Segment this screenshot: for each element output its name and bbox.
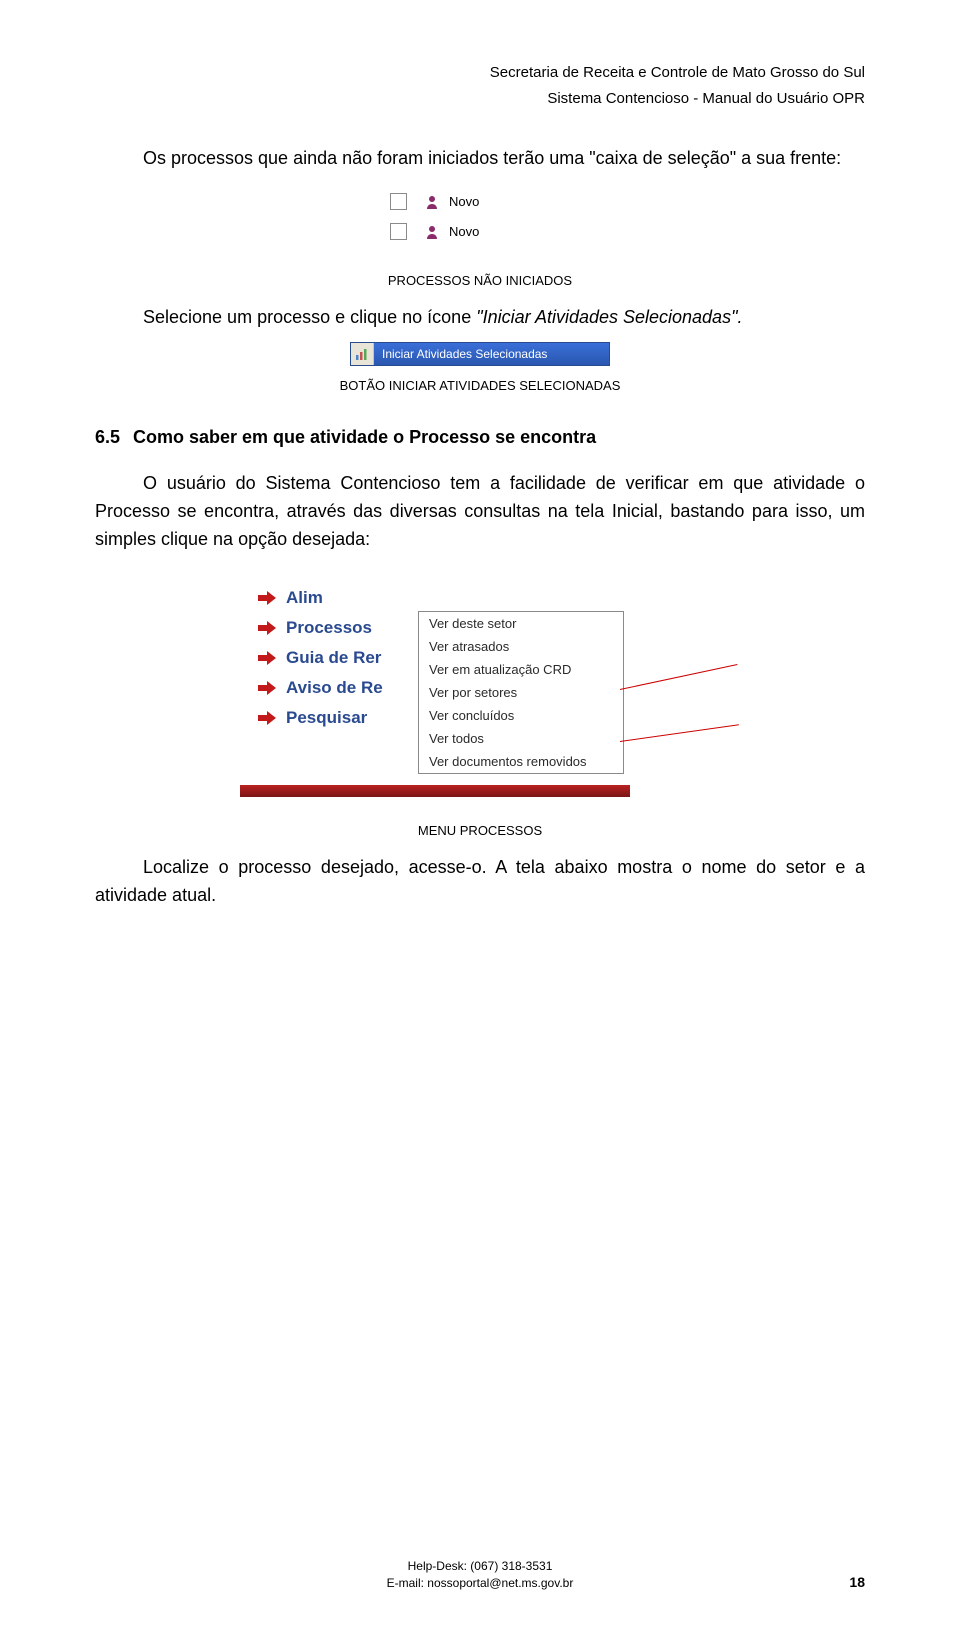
submenu-item-ver-atrasados[interactable]: Ver atrasados bbox=[419, 635, 623, 658]
arrow-right-icon bbox=[258, 591, 276, 605]
arrow-right-icon bbox=[258, 651, 276, 665]
chart-icon bbox=[351, 343, 374, 365]
checkbox-icon[interactable] bbox=[390, 223, 407, 240]
arrow-right-icon bbox=[258, 711, 276, 725]
caption-menu-processos: MENU PROCESSOS bbox=[95, 823, 865, 838]
person-icon bbox=[425, 195, 439, 209]
novo-label: Novo bbox=[449, 194, 479, 209]
iniciar-atividades-button[interactable]: Iniciar Atividades Selecionadas bbox=[350, 342, 610, 366]
checkbox-row: Novo bbox=[390, 217, 570, 247]
caption-botao-iniciar: BOTÃO INICIAR ATIVIDADES SELECIONADAS bbox=[95, 378, 865, 393]
sidebar-item-label: Pesquisar bbox=[286, 708, 367, 728]
sidebar-item-label: Guia de Rer bbox=[286, 648, 381, 668]
sidebar-item-alim[interactable]: Alim bbox=[258, 583, 458, 613]
menu-figure: Alim Processos Guia de Rer Aviso de Re bbox=[240, 583, 720, 813]
submenu-item-ver-documentos-removidos[interactable]: Ver documentos removidos bbox=[419, 750, 623, 773]
footer-helpdesk: Help-Desk: (067) 318-3531 bbox=[0, 1558, 960, 1575]
red-bar-decoration bbox=[240, 785, 630, 797]
intro-paragraph: Os processos que ainda não foram iniciad… bbox=[95, 145, 865, 173]
submenu-item-ver-por-setores[interactable]: Ver por setores bbox=[419, 681, 623, 704]
footer-email: E-mail: nossoportal@net.ms.gov.br bbox=[0, 1575, 960, 1592]
novo-label: Novo bbox=[449, 224, 479, 239]
header-line-2: Sistema Contencioso - Manual do Usuário … bbox=[95, 86, 865, 112]
person-icon bbox=[425, 225, 439, 239]
localize-paragraph: Localize o processo desejado, acesse-o. … bbox=[95, 854, 865, 910]
callout-line bbox=[620, 725, 739, 743]
sidebar-item-label: Processos bbox=[286, 618, 372, 638]
page-number: 18 bbox=[849, 1574, 865, 1590]
submenu-item-ver-concluidos[interactable]: Ver concluídos bbox=[419, 704, 623, 727]
submenu-item-ver-todos[interactable]: Ver todos bbox=[419, 727, 623, 750]
footer: Help-Desk: (067) 318-3531 E-mail: nossop… bbox=[0, 1558, 960, 1592]
sidebar-item-label: Alim bbox=[286, 588, 323, 608]
sidebar-item-label: Aviso de Re bbox=[286, 678, 383, 698]
callout-line bbox=[620, 665, 738, 691]
document-header: Secretaria de Receita e Controle de Mato… bbox=[95, 60, 865, 111]
iniciar-button-label: Iniciar Atividades Selecionadas bbox=[374, 347, 547, 361]
checkbox-icon[interactable] bbox=[390, 193, 407, 210]
section-number: 6.5 bbox=[95, 427, 133, 448]
arrow-right-icon bbox=[258, 621, 276, 635]
section-title: Como saber em que atividade o Processo s… bbox=[133, 427, 596, 447]
processos-submenu: Ver deste setor Ver atrasados Ver em atu… bbox=[418, 611, 624, 774]
page: Secretaria de Receita e Controle de Mato… bbox=[0, 0, 960, 1628]
section-heading: 6.5Como saber em que atividade o Process… bbox=[95, 427, 865, 448]
instrucao-text-pre: Selecione um processo e clique no ícone bbox=[143, 307, 476, 327]
header-line-1: Secretaria de Receita e Controle de Mato… bbox=[95, 60, 865, 86]
checkbox-examples: Novo Novo bbox=[390, 187, 570, 247]
instrucao-text-italic: "Iniciar Atividades Selecionadas". bbox=[476, 307, 742, 327]
body-paragraph: O usuário do Sistema Contencioso tem a f… bbox=[95, 470, 865, 554]
caption-processos-nao-iniciados: PROCESSOS NÃO INICIADOS bbox=[95, 273, 865, 288]
checkbox-row: Novo bbox=[390, 187, 570, 217]
instrucao-selecione: Selecione um processo e clique no ícone … bbox=[95, 304, 865, 332]
arrow-right-icon bbox=[258, 681, 276, 695]
submenu-item-ver-atualizacao-crd[interactable]: Ver em atualização CRD bbox=[419, 658, 623, 681]
submenu-item-ver-deste-setor[interactable]: Ver deste setor bbox=[419, 612, 623, 635]
